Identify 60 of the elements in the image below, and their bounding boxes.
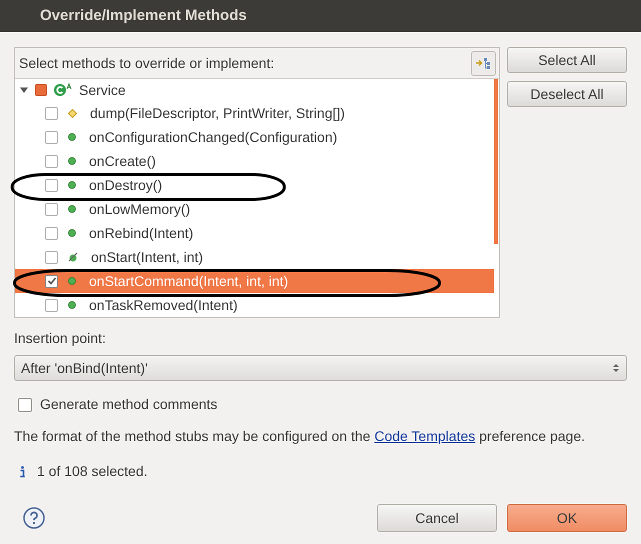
dialog-button[interactable]: OK <box>507 504 627 532</box>
dot-icon <box>68 133 76 141</box>
insertion-point-label: Insertion point: <box>14 329 107 348</box>
class-icon <box>53 83 73 97</box>
dot-icon <box>68 229 76 237</box>
method-row[interactable]: dump(FileDescriptor, PrintWriter, String[]) <box>15 101 494 125</box>
checkbox-label: Generate method comments <box>40 395 218 414</box>
method-row[interactable]: onLowMemory() <box>15 197 494 221</box>
method-label: onRebind(Intent) <box>89 224 194 243</box>
method-label: onDestroy() <box>89 176 162 195</box>
method-row[interactable]: onTaskRemoved(Intent) <box>15 293 494 317</box>
panel-label: Select methods to override or implement: <box>19 54 274 73</box>
method-label: onStartCommand(Intent, int, int) <box>89 272 288 291</box>
method-row[interactable]: onDestroy() <box>15 173 494 197</box>
dot-icon <box>68 301 76 309</box>
updown-arrows-icon <box>612 362 620 374</box>
scrollbar[interactable] <box>494 79 498 244</box>
method-label: onLowMemory() <box>89 200 190 219</box>
method-checkbox[interactable] <box>45 178 58 192</box>
side-button[interactable]: Deselect All <box>507 81 627 107</box>
dot-icon <box>68 277 76 285</box>
method-row[interactable]: onStart(Intent, int) <box>15 245 494 269</box>
struck-dot-icon <box>68 252 78 262</box>
dropdown-value: After 'onBind(Intent)' <box>21 358 148 378</box>
dot-icon <box>68 181 76 189</box>
method-label: onConfigurationChanged(Configuration) <box>89 128 338 147</box>
info-icon <box>20 466 25 478</box>
method-label: onStart(Intent, int) <box>91 248 204 267</box>
tree-arrow-icon <box>476 56 491 70</box>
method-checkbox[interactable] <box>45 274 58 288</box>
method-label: onCreate() <box>89 152 156 171</box>
help-icon[interactable] <box>23 507 45 529</box>
code-templates-link[interactable]: Code Templates <box>374 428 476 444</box>
method-label: dump(FileDescriptor, PrintWriter, String[]) <box>90 104 345 123</box>
dot-icon <box>68 157 76 165</box>
expand-toggle-icon[interactable] <box>20 86 28 94</box>
method-checkbox[interactable] <box>45 250 58 264</box>
insertion-point-dropdown[interactable]: After 'onBind(Intent)' <box>14 355 627 381</box>
method-checkbox[interactable] <box>45 298 58 312</box>
method-checkbox[interactable] <box>45 130 58 144</box>
method-row[interactable]: onRebind(Intent) <box>15 221 494 245</box>
method-checkbox[interactable] <box>45 154 58 168</box>
method-checkbox[interactable] <box>45 202 58 216</box>
method-checkbox[interactable] <box>45 226 58 240</box>
dialog-button[interactable]: Cancel <box>377 504 497 532</box>
method-checkbox[interactable] <box>45 106 58 120</box>
dot-icon <box>68 205 76 213</box>
description-text: The format of the method stubs may be configured on the Code Templates preference page. <box>14 427 586 446</box>
partial-checkbox[interactable] <box>35 84 47 96</box>
method-row[interactable]: onCreate() <box>15 149 494 173</box>
sort-button[interactable] <box>471 50 496 76</box>
diamond-icon <box>68 108 77 118</box>
comments-checkbox[interactable] <box>18 398 32 412</box>
method-label: onTaskRemoved(Intent) <box>89 296 238 315</box>
tree-node[interactable]: Service <box>15 79 494 101</box>
method-row[interactable]: onConfigurationChanged(Configuration) <box>15 125 494 149</box>
status-text: 1 of 108 selected. <box>37 462 148 481</box>
window-title: Override/Implement Methods <box>40 6 247 26</box>
side-button[interactable]: Select All <box>507 47 627 73</box>
class-label: Service <box>79 80 126 100</box>
